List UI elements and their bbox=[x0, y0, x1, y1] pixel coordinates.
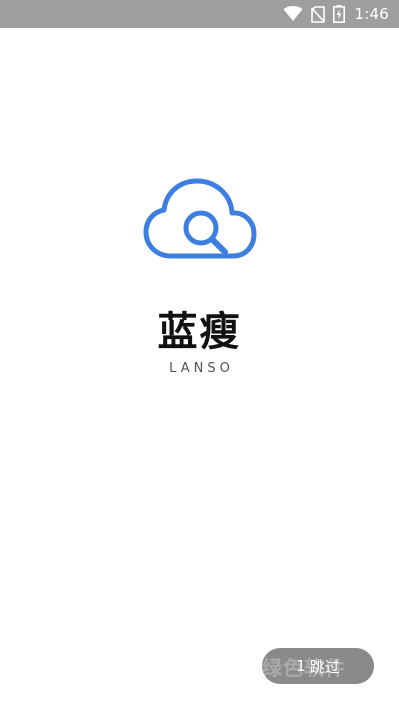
app-name: 蓝瘦 bbox=[157, 308, 242, 355]
skip-label: 跳过 bbox=[309, 657, 340, 676]
app-logo bbox=[143, 176, 257, 264]
app-subtitle: LANSO bbox=[169, 361, 234, 376]
cloud-search-icon bbox=[143, 178, 257, 259]
no-sim-icon bbox=[310, 5, 325, 23]
skip-countdown: 1 bbox=[296, 657, 306, 675]
skip-button[interactable]: 1 跳过 bbox=[262, 648, 374, 684]
wifi-icon bbox=[283, 6, 303, 22]
battery-charging-icon bbox=[332, 5, 345, 23]
splash-screen: 1:46 蓝瘦 LANSO 1 跳过 绿色软件 bbox=[0, 0, 399, 706]
status-bar: 1:46 bbox=[0, 0, 399, 28]
status-time: 1:46 bbox=[354, 5, 389, 23]
